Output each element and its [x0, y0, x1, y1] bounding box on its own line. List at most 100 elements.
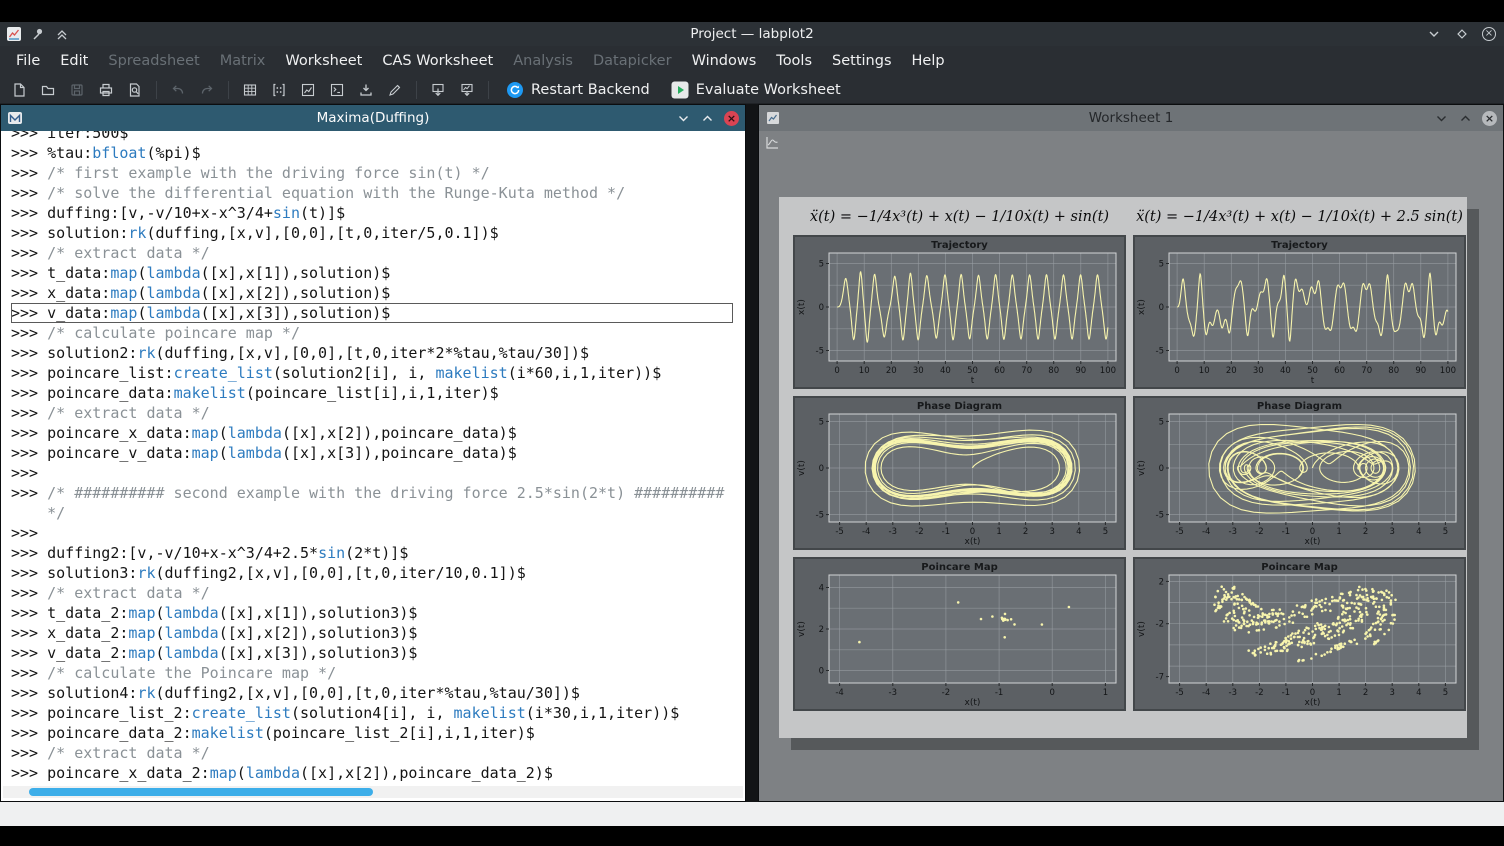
code-line[interactable]: >>> /* extract data */	[11, 583, 733, 603]
import-data-icon[interactable]	[353, 78, 379, 102]
code-line[interactable]: >>> poincare_list:create_list(solution2[…	[11, 363, 733, 383]
svg-text:-3: -3	[1229, 527, 1237, 537]
export-spreadsheet-icon[interactable]	[425, 78, 451, 102]
code-line[interactable]: >>> iter:500$	[11, 131, 733, 143]
svg-text:0: 0	[834, 366, 839, 376]
code-area[interactable]: >>> iter:500$>>> %tau:bfloat(%pi)$>>> /*…	[1, 131, 733, 783]
new-document-icon[interactable]	[6, 78, 32, 102]
code-line[interactable]: >>> x_data_2:map(lambda([x],x[2]),soluti…	[11, 623, 733, 643]
menu-datapicker[interactable]: Datapicker	[583, 48, 682, 74]
plot-trajectory-right[interactable]: 010203040506070809010050-5Trajectorytx(t…	[1133, 235, 1466, 389]
print-icon[interactable]	[93, 78, 119, 102]
subwindow-restore-icon[interactable]	[1458, 111, 1473, 126]
svg-text:-5: -5	[1175, 527, 1183, 537]
horizontal-scrollbar-thumb[interactable]	[29, 788, 373, 796]
code-line[interactable]: >>> solution2:rk(duffing,[x,v],[0,0],[t,…	[11, 343, 733, 363]
code-line[interactable]: >>> x_data:map(lambda([x],x[2]),solution…	[11, 283, 733, 303]
menu-help[interactable]: Help	[902, 48, 955, 74]
mdi-area: Maxima(Duffing) × >>> iter:500$>>> %tau:…	[0, 104, 1504, 802]
menu-analysis[interactable]: Analysis	[503, 48, 583, 74]
plot-poincare-left[interactable]: -4-3-2-101420Poincare Mapx(t)v(t)	[793, 557, 1126, 711]
new-spreadsheet-icon[interactable]	[237, 78, 263, 102]
new-cas-worksheet-icon[interactable]	[324, 78, 350, 102]
code-line[interactable]: >>> %tau:bfloat(%pi)$	[11, 143, 733, 163]
code-line[interactable]: >>> solution3:rk(duffing2,[x,v],[0,0],[t…	[11, 563, 733, 583]
minimize-icon[interactable]	[1426, 26, 1442, 42]
code-line[interactable]: >>> solution:rk(duffing,[x,v],[0,0],[t,0…	[11, 223, 733, 243]
subwindow-restore-icon[interactable]	[700, 111, 715, 126]
new-worksheet-icon[interactable]	[295, 78, 321, 102]
code-line[interactable]: >>> */	[11, 503, 733, 523]
code-line[interactable]: >>> /* first example with the driving fo…	[11, 163, 733, 183]
toolbar-separator	[228, 81, 229, 99]
menu-windows[interactable]: Windows	[682, 48, 767, 74]
code-line[interactable]: >>> t_data:map(lambda([x],x[1]),solution…	[11, 263, 733, 283]
code-line[interactable]: >>> poincare_data_2:makelist(poincare_li…	[11, 723, 733, 743]
close-icon[interactable]: ×	[1482, 27, 1496, 41]
datapicker-icon[interactable]	[382, 78, 408, 102]
code-line[interactable]: >>>	[11, 523, 733, 543]
plot-trajectory-left[interactable]: 010203040506070809010050-5Trajectorytx(t…	[793, 235, 1126, 389]
svg-text:-2: -2	[942, 688, 950, 698]
svg-text:1: 1	[1336, 688, 1341, 698]
equation-label-right[interactable]: ẍ(t) = −1/4x³(t) + x(t) − 1/10ẋ(t) + 2.5…	[1133, 209, 1466, 225]
code-line[interactable]: >>> /* extract data */	[11, 743, 733, 763]
code-line[interactable]: >>>	[11, 463, 733, 483]
print-preview-icon[interactable]	[122, 78, 148, 102]
restart-backend-button[interactable]: Restart Backend	[497, 78, 659, 102]
code-line[interactable]: >>> v_data_2:map(lambda([x],x[3]),soluti…	[11, 643, 733, 663]
plot-phase-left[interactable]: -5-4-3-2-101234550-5Phase Diagramx(t)v(t…	[793, 396, 1126, 550]
code-line[interactable]: >>> /* calculate poincare map */	[11, 323, 733, 343]
code-line[interactable]: >>> t_data_2:map(lambda([x],x[1]),soluti…	[11, 603, 733, 623]
worksheet-page[interactable]: ẍ(t) = −1/4x³(t) + x(t) − 1/10ẋ(t) + sin…	[779, 197, 1467, 738]
subwindow-minimize-icon[interactable]	[676, 111, 691, 126]
maximize-icon[interactable]	[1454, 26, 1470, 42]
code-line[interactable]: >>> duffing:[v,-v/10+x-x^3/4+sin(t)]$	[11, 203, 733, 223]
new-matrix-icon[interactable]	[266, 78, 292, 102]
redo-icon[interactable]	[194, 78, 220, 102]
code-line[interactable]: >>> poincare_list_2:create_list(solution…	[11, 703, 733, 723]
svg-text:-2: -2	[1255, 688, 1263, 698]
worksheet-view[interactable]: ẍ(t) = −1/4x³(t) + x(t) − 1/10ẋ(t) + sin…	[759, 131, 1503, 801]
menu-file[interactable]: File	[6, 48, 50, 74]
main-titlebar[interactable]: Project — labplot2 ×	[0, 22, 1504, 46]
plot-phase-right[interactable]: -5-4-3-2-101234550-5Phase Diagramx(t)v(t…	[1133, 396, 1466, 550]
menu-spreadsheet[interactable]: Spreadsheet	[98, 48, 209, 74]
menu-worksheet[interactable]: Worksheet	[275, 48, 372, 74]
code-line[interactable]: >>> v_data:map(lambda([x],x[3]),solution…	[11, 303, 733, 323]
maxima-window: Maxima(Duffing) × >>> iter:500$>>> %tau:…	[0, 104, 746, 802]
code-line[interactable]: >>> poincare_data:makelist(poincare_list…	[11, 383, 733, 403]
menu-settings[interactable]: Settings	[822, 48, 901, 74]
svg-text:5: 5	[1103, 527, 1108, 537]
subwindow-close-icon[interactable]: ×	[1482, 111, 1497, 126]
open-project-icon[interactable]	[35, 78, 61, 102]
subwindow-minimize-icon[interactable]	[1434, 111, 1449, 126]
worksheet-titlebar[interactable]: Worksheet 1 ×	[759, 105, 1503, 131]
subwindow-close-icon[interactable]: ×	[724, 111, 739, 126]
evaluate-worksheet-button[interactable]: Evaluate Worksheet	[662, 78, 850, 102]
undo-icon[interactable]	[165, 78, 191, 102]
save-project-icon[interactable]	[64, 78, 90, 102]
svg-text:100: 100	[1100, 366, 1116, 376]
code-line[interactable]: >>> /* extract data */	[11, 243, 733, 263]
code-line[interactable]: >>> poincare_x_data:map(lambda([x],x[2])…	[11, 423, 733, 443]
horizontal-scrollbar[interactable]	[3, 786, 743, 798]
plot-poincare-right[interactable]: -5-4-3-2-10123452-2-7Poincare Mapx(t)v(t…	[1133, 557, 1466, 711]
code-line[interactable]: >>> /* solve the differential equation w…	[11, 183, 733, 203]
code-line[interactable]: >>> poincare_v_data:map(lambda([x],x[3])…	[11, 443, 733, 463]
maxima-titlebar[interactable]: Maxima(Duffing) ×	[1, 105, 745, 131]
equation-label-left[interactable]: ẍ(t) = −1/4x³(t) + x(t) − 1/10ẋ(t) + sin…	[793, 209, 1126, 225]
export-worksheet-icon[interactable]	[454, 78, 480, 102]
menu-tools[interactable]: Tools	[766, 48, 822, 74]
code-line[interactable]: >>> poincare_x_data_2:map(lambda([x],x[2…	[11, 763, 733, 783]
code-line[interactable]: >>> /* extract data */	[11, 403, 733, 423]
code-line[interactable]: >>> /* ########## second example with th…	[11, 483, 733, 503]
svg-text:0: 0	[819, 464, 824, 474]
code-line[interactable]: >>> solution4:rk(duffing2,[x,v],[0,0],[t…	[11, 683, 733, 703]
menu-edit[interactable]: Edit	[50, 48, 98, 74]
code-line[interactable]: >>> duffing2:[v,-v/10+x-x^3/4+2.5*sin(2*…	[11, 543, 733, 563]
svg-text:-3: -3	[1229, 688, 1237, 698]
menu-cas-worksheet[interactable]: CAS Worksheet	[372, 48, 503, 74]
menu-matrix[interactable]: Matrix	[210, 48, 276, 74]
code-line[interactable]: >>> /* calculate the Poincare map */	[11, 663, 733, 683]
